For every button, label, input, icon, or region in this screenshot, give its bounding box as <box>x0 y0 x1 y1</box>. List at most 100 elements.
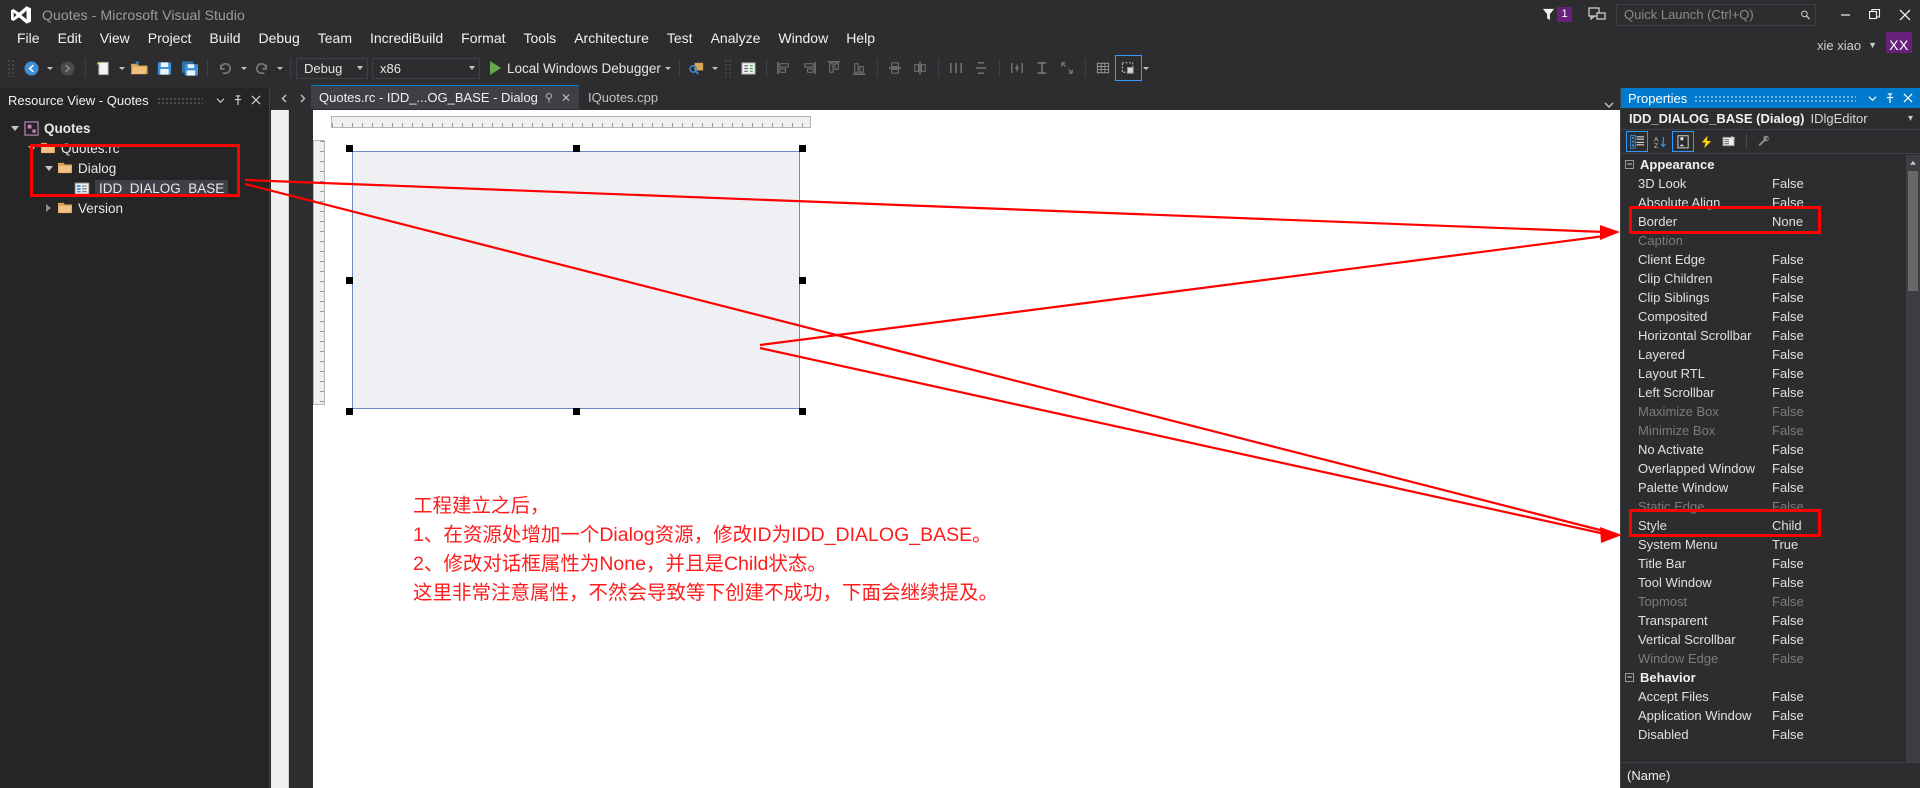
property-row[interactable]: Overlapped Window False <box>1621 459 1920 478</box>
property-row[interactable]: Window Edge False <box>1621 649 1920 668</box>
redo-icon[interactable] <box>249 56 274 80</box>
menu-help[interactable]: Help <box>837 28 884 48</box>
property-value[interactable]: False <box>1764 556 1920 571</box>
toolbar-overflow-icon[interactable] <box>1141 56 1152 80</box>
property-value[interactable]: False <box>1764 727 1920 742</box>
close-icon[interactable]: ✕ <box>561 91 571 105</box>
property-value[interactable]: False <box>1764 480 1920 495</box>
minimize-button[interactable] <box>1830 2 1860 27</box>
property-row[interactable]: Composited False <box>1621 307 1920 326</box>
property-row[interactable]: Client Edge False <box>1621 250 1920 269</box>
open-file-icon[interactable] <box>127 56 152 80</box>
menu-architecture[interactable]: Architecture <box>565 28 658 48</box>
chevron-down-icon[interactable]: ▼ <box>1868 40 1877 50</box>
properties-list[interactable]: − Appearance 3D Look False Absolute Align… <box>1621 155 1920 788</box>
property-row-border[interactable]: Border None <box>1621 212 1920 231</box>
toolbar-grip[interactable] <box>7 59 16 77</box>
notifications-button[interactable]: 1 <box>1541 7 1572 22</box>
property-value[interactable]: False <box>1764 461 1920 476</box>
collapse-icon[interactable]: − <box>1625 673 1634 682</box>
navigate-back-icon[interactable] <box>19 56 44 80</box>
dialog-resource-frame[interactable] <box>346 145 806 415</box>
property-value[interactable]: False <box>1764 347 1920 362</box>
property-row[interactable]: Title Bar False <box>1621 554 1920 573</box>
property-row[interactable]: Palette Window False <box>1621 478 1920 497</box>
menu-format[interactable]: Format <box>452 28 514 48</box>
menu-window[interactable]: Window <box>769 28 837 48</box>
property-value[interactable]: False <box>1764 271 1920 286</box>
chevron-down-icon[interactable] <box>211 91 229 109</box>
resize-handle-sw[interactable] <box>346 408 353 415</box>
resize-handle-nw[interactable] <box>346 145 353 152</box>
collapse-icon[interactable]: − <box>1625 160 1634 169</box>
tree-node-quotes-rc[interactable]: Quotes.rc <box>0 138 269 158</box>
menu-tools[interactable]: Tools <box>515 28 566 48</box>
property-value[interactable]: False <box>1764 366 1920 381</box>
property-value[interactable]: False <box>1764 328 1920 343</box>
scrollbar-thumb[interactable] <box>1908 171 1918 291</box>
property-pages-icon[interactable] <box>1754 132 1774 151</box>
menu-team[interactable]: Team <box>309 28 361 48</box>
tree-node-idd-dialog-base[interactable]: IDD_DIALOG_BASE <box>0 178 269 198</box>
undo-icon[interactable] <box>213 56 238 80</box>
close-icon[interactable] <box>1899 89 1917 107</box>
menu-test[interactable]: Test <box>658 28 702 48</box>
expander-icon[interactable] <box>25 138 38 158</box>
property-value[interactable]: False <box>1764 290 1920 305</box>
align-bottoms-icon[interactable] <box>847 56 872 80</box>
messages-icon[interactable] <box>1719 132 1739 151</box>
property-row[interactable]: Maximize Box False <box>1621 402 1920 421</box>
property-row[interactable]: Layered False <box>1621 345 1920 364</box>
menu-view[interactable]: View <box>91 28 139 48</box>
property-row[interactable]: Clip Children False <box>1621 269 1920 288</box>
tree-node-version[interactable]: Version <box>0 198 269 218</box>
close-button[interactable] <box>1890 2 1920 27</box>
expander-icon[interactable] <box>8 118 21 138</box>
property-value[interactable]: False <box>1764 689 1920 704</box>
toolbar-grip[interactable] <box>723 59 733 77</box>
property-value[interactable]: False <box>1764 309 1920 324</box>
properties-group-appearance[interactable]: − Appearance <box>1621 155 1920 174</box>
panel-drag-grip[interactable] <box>156 96 203 104</box>
resize-handle-se[interactable] <box>799 408 806 415</box>
pin-icon[interactable]: ⚲ <box>545 91 553 104</box>
alphabetical-icon[interactable]: AZ <box>1650 132 1670 151</box>
expander-icon[interactable] <box>42 158 55 178</box>
find-dropdown[interactable] <box>710 56 721 80</box>
align-rights-icon[interactable] <box>797 56 822 80</box>
property-row[interactable]: Application Window False <box>1621 706 1920 725</box>
property-row[interactable]: Minimize Box False <box>1621 421 1920 440</box>
auto-hide-pin-icon[interactable] <box>229 91 247 109</box>
chevron-down-icon[interactable]: ▾ <box>1908 113 1916 124</box>
size-to-content-icon[interactable] <box>1055 56 1080 80</box>
property-value[interactable]: Child <box>1764 518 1920 533</box>
tree-node-quotes[interactable]: Quotes <box>0 118 269 138</box>
property-row[interactable]: Topmost False <box>1621 592 1920 611</box>
test-dialog-icon[interactable] <box>1030 56 1055 80</box>
tree-node-dialog[interactable]: Dialog <box>0 158 269 178</box>
resize-handle-e[interactable] <box>799 277 806 284</box>
property-row[interactable]: Horizontal Scrollbar False <box>1621 326 1920 345</box>
tab-scroll-left-icon[interactable] <box>275 87 293 109</box>
find-in-files-icon[interactable] <box>685 56 710 80</box>
property-row[interactable]: Clip Siblings False <box>1621 288 1920 307</box>
properties-object-selector[interactable]: IDD_DIALOG_BASE (Dialog) IDlgEditor ▾ <box>1621 108 1920 130</box>
property-value[interactable]: False <box>1764 632 1920 647</box>
property-value[interactable]: False <box>1764 575 1920 590</box>
properties-page-icon[interactable] <box>1672 131 1694 152</box>
property-row[interactable]: Left Scrollbar False <box>1621 383 1920 402</box>
restore-button[interactable] <box>1860 2 1890 27</box>
property-value[interactable]: False <box>1764 651 1920 666</box>
property-value[interactable]: False <box>1764 499 1920 514</box>
quick-launch-box[interactable] <box>1616 3 1816 26</box>
align-tops-icon[interactable] <box>822 56 847 80</box>
property-row[interactable]: Transparent False <box>1621 611 1920 630</box>
property-value[interactable]: False <box>1764 195 1920 210</box>
property-row[interactable]: No Activate False <box>1621 440 1920 459</box>
property-row[interactable]: Vertical Scrollbar False <box>1621 630 1920 649</box>
space-down-icon[interactable] <box>969 56 994 80</box>
save-icon[interactable] <box>152 56 177 80</box>
property-value[interactable]: False <box>1764 252 1920 267</box>
property-value[interactable]: False <box>1764 385 1920 400</box>
new-item-icon[interactable] <box>91 56 116 80</box>
